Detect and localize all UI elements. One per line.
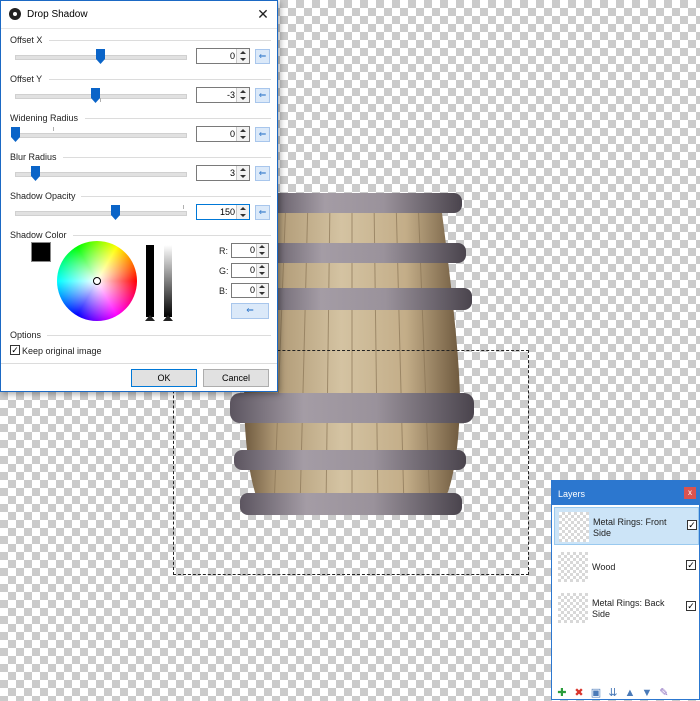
b-label: B: [219, 286, 228, 296]
layer-thumbnail [559, 512, 589, 542]
red-input[interactable]: 0 [231, 243, 269, 258]
color-wheel-marker[interactable] [93, 277, 101, 285]
layer-thumbnail [558, 552, 588, 582]
offset-x-label: Offset X [10, 35, 43, 45]
keep-original-label: Keep original image [22, 346, 102, 356]
slider-tick [100, 98, 101, 102]
move-layer-up-icon[interactable]: ▲ [624, 687, 636, 699]
shadow-color-label: Shadow Color [10, 230, 67, 240]
offset-y-slider-track[interactable] [15, 94, 187, 99]
layer-item-wood[interactable]: Wood ✓ [554, 548, 699, 586]
blue-value: 0 [249, 285, 255, 295]
widening-radius-reset-button[interactable]: ⇐ [255, 127, 270, 142]
separator [49, 40, 271, 41]
green-value: 0 [249, 265, 255, 275]
ok-button[interactable]: OK [131, 369, 197, 387]
g-label: G: [219, 266, 229, 276]
layers-panel: Layers x Metal Rings: Front Side ✓ Wood … [551, 480, 700, 700]
offset-y-slider-thumb[interactable] [90, 88, 100, 103]
layer-name: Metal Rings: Front Side [593, 517, 667, 538]
blur-radius-slider-thumb[interactable] [31, 166, 41, 181]
app-icon [9, 8, 21, 20]
widening-radius-label: Widening Radius [10, 113, 79, 123]
layer-properties-icon[interactable]: ✎ [658, 687, 670, 699]
layer-visibility-checkbox[interactable]: ✓ [686, 560, 696, 570]
widening-radius-input[interactable]: 0 [196, 126, 250, 142]
offset-y-reset-button[interactable]: ⇐ [255, 88, 270, 103]
layer-name: Wood [592, 562, 616, 572]
offset-y-label: Offset Y [10, 74, 43, 84]
layers-titlebar[interactable]: Layers x [552, 481, 699, 505]
dialog-titlebar[interactable]: Drop Shadow ✕ [1, 1, 277, 29]
add-layer-icon[interactable]: ✚ [556, 687, 568, 699]
red-value: 0 [249, 245, 255, 255]
color-value-bar[interactable] [146, 245, 154, 317]
color-alpha-bar[interactable] [164, 245, 172, 317]
shadow-opacity-input[interactable]: 150 [196, 204, 250, 220]
layers-close-icon[interactable]: x [684, 487, 696, 499]
slider-tick [183, 205, 184, 209]
shadow-opacity-reset-button[interactable]: ⇐ [255, 205, 270, 220]
offset-x-slider-thumb[interactable] [96, 49, 105, 64]
blur-radius-reset-button[interactable]: ⇐ [255, 166, 270, 181]
layer-visibility-checkbox[interactable]: ✓ [687, 520, 697, 530]
layer-item-front-rings[interactable]: Metal Rings: Front Side ✓ [554, 507, 699, 545]
shadow-opacity-slider-track[interactable] [15, 211, 187, 216]
layer-name: Metal Rings: Back Side [592, 598, 665, 619]
separator [81, 196, 271, 197]
blur-radius-value: 3 [229, 168, 235, 178]
separator [47, 335, 271, 336]
drop-shadow-dialog: Drop Shadow ✕ Offset X 0 ⇐ Offset Y -3 ⇐… [0, 0, 278, 392]
shadow-opacity-label: Shadow Opacity [10, 191, 76, 201]
widening-radius-value: 0 [229, 129, 235, 139]
separator [49, 79, 271, 80]
blue-input[interactable]: 0 [231, 283, 269, 298]
separator [85, 118, 271, 119]
r-label: R: [219, 246, 228, 256]
shadow-opacity-slider-thumb[interactable] [111, 205, 121, 220]
shadow-color-swatch[interactable] [31, 242, 51, 262]
alpha-bar-handle[interactable] [163, 315, 173, 321]
layer-item-back-rings[interactable]: Metal Rings: Back Side ✓ [554, 589, 699, 627]
dialog-title: Drop Shadow [27, 9, 88, 20]
widening-radius-slider-track[interactable] [15, 133, 187, 138]
layer-visibility-checkbox[interactable]: ✓ [686, 601, 696, 611]
merge-layer-down-icon[interactable]: ⇊ [607, 687, 619, 699]
separator [1, 363, 277, 364]
layer-thumbnail [558, 593, 588, 623]
offset-x-reset-button[interactable]: ⇐ [255, 49, 270, 64]
offset-y-input[interactable]: -3 [196, 87, 250, 103]
blur-radius-slider-track[interactable] [15, 172, 187, 177]
delete-layer-icon[interactable]: ✖ [573, 687, 585, 699]
layers-title: Layers [558, 489, 586, 499]
widening-radius-slider-thumb[interactable] [11, 127, 20, 142]
separator [63, 157, 271, 158]
offset-y-value: -3 [226, 90, 235, 100]
offset-x-value: 0 [229, 51, 235, 61]
value-bar-handle[interactable] [145, 315, 155, 321]
shadow-opacity-value: 150 [219, 207, 235, 217]
duplicate-layer-icon[interactable]: ▣ [590, 687, 602, 699]
move-layer-down-icon[interactable]: ▼ [641, 687, 653, 699]
green-input[interactable]: 0 [231, 263, 269, 278]
keep-original-checkbox[interactable]: ✓ [10, 345, 20, 355]
blur-radius-label: Blur Radius [10, 152, 57, 162]
close-icon[interactable]: ✕ [253, 4, 273, 24]
separator [73, 235, 271, 236]
layers-toolbar: ✚ ✖ ▣ ⇊ ▲ ▼ ✎ [552, 685, 699, 701]
blur-radius-input[interactable]: 3 [196, 165, 250, 181]
options-label: Options [10, 330, 42, 340]
cancel-button[interactable]: Cancel [203, 369, 269, 387]
slider-tick [53, 127, 54, 131]
offset-x-input[interactable]: 0 [196, 48, 250, 64]
color-reset-button[interactable]: ⇐ [231, 303, 269, 319]
